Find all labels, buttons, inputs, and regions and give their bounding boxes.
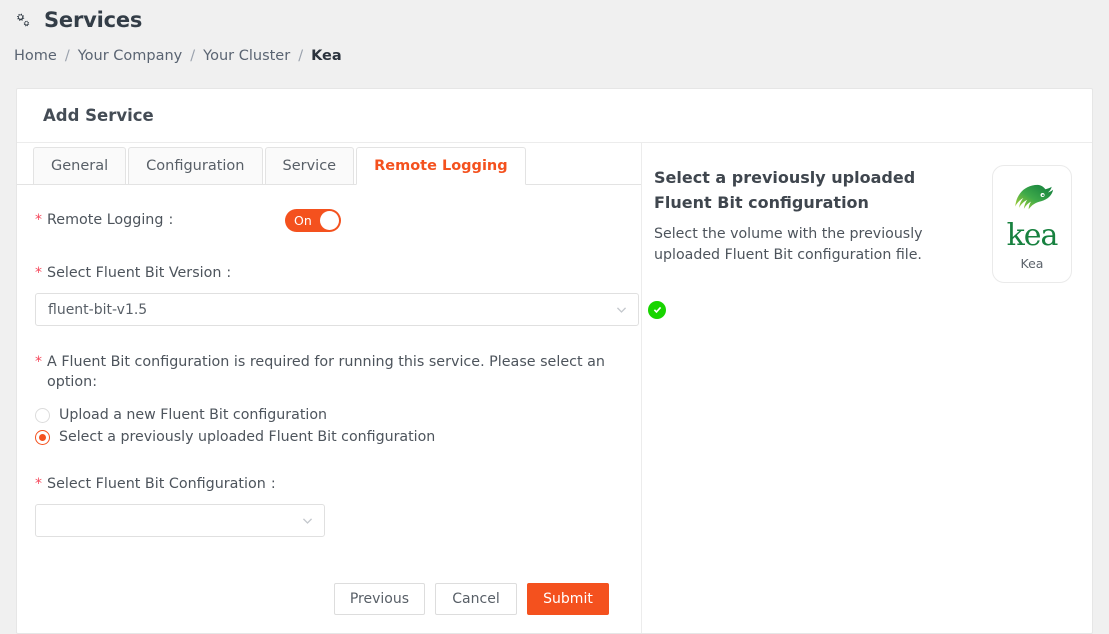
radio-icon [35,407,50,423]
service-logo-card: kea Kea [992,165,1072,283]
label-colon: : [168,212,174,228]
toggle-state-label: On [294,212,312,228]
card-title: Add Service [43,106,154,125]
breadcrumb-item-your-cluster[interactable]: Your Cluster [203,48,290,64]
breadcrumb-item-home[interactable]: Home [14,48,57,64]
fluent-bit-configuration-label: * Select Fluent Bit Configuration : [35,474,621,494]
card-header: Add Service [17,89,1092,143]
help-text: Select a previously uploaded Fluent Bit … [654,165,954,633]
help-column: Select a previously uploaded Fluent Bit … [642,143,1092,633]
remote-logging-label: * Remote Logging : [35,210,285,230]
required-asterisk: * [35,265,42,281]
field-label-text: Remote Logging [47,212,164,228]
fluent-bit-version-select[interactable]: fluent-bit-v1.5 [35,293,666,326]
fluent-bit-version-field: * Select Fluent Bit Version : fluent-bit… [35,263,666,326]
fluent-bit-configuration-select[interactable] [35,504,325,537]
card-body: General Configuration Service Remote Log… [17,143,1092,633]
radio-option-select-previous[interactable]: Select a previously uploaded Fluent Bit … [35,426,621,448]
required-asterisk: * [35,476,42,492]
breadcrumb-item-your-company[interactable]: Your Company [78,48,183,64]
radio-option-label: Upload a new Fluent Bit configuration [59,407,328,423]
help-title: Select a previously uploaded Fluent Bit … [654,168,916,212]
form-actions: Previous Cancel Submit [35,583,621,615]
add-service-card: Add Service General Configuration Servic… [16,88,1093,634]
config-option-field: * A Fluent Bit configuration is required… [35,352,621,448]
logo-caption: Kea [1020,255,1044,271]
cogs-icon [14,10,36,30]
breadcrumb-separator: / [64,48,70,64]
page-header: Services [0,0,1109,34]
breadcrumb-separator: / [298,48,304,64]
tab-remote-logging[interactable]: Remote Logging [356,147,526,185]
radio-option-upload-new[interactable]: Upload a new Fluent Bit configuration [35,404,621,426]
submit-button[interactable]: Submit [527,583,609,615]
remote-logging-row: * Remote Logging : On [35,203,621,237]
fluent-bit-configuration-field: * Select Fluent Bit Configuration : [35,474,621,537]
field-label-text: A Fluent Bit configuration is required f… [47,354,605,390]
field-label-text: Select Fluent Bit Version [47,265,222,281]
label-colon: : [270,476,276,492]
tab-label: Service [282,158,337,174]
breadcrumb: Home / Your Company / Your Cluster / Kea [0,34,1109,68]
tab-general[interactable]: General [33,147,127,185]
radio-icon-selected [35,429,50,445]
tab-service[interactable]: Service [264,147,355,185]
tab-label: General [51,158,109,174]
kea-wordmark: kea [1006,217,1059,253]
remote-logging-toggle[interactable]: On [285,208,341,232]
breadcrumb-item-kea: Kea [311,48,342,64]
remote-logging-form: * Remote Logging : On * Select Fluent Bi… [17,185,666,615]
tab-configuration[interactable]: Configuration [128,147,263,185]
form-column: General Configuration Service Remote Log… [17,143,666,633]
chevron-down-icon [301,514,314,527]
previous-button[interactable]: Previous [333,583,425,615]
tab-label: Configuration [146,158,245,174]
page-title: Services [44,8,143,32]
required-asterisk: * [35,354,42,370]
required-asterisk: * [35,212,42,228]
help-body: Select the volume with the previously up… [654,226,923,263]
tab-label: Remote Logging [374,158,508,174]
field-label-text: Select Fluent Bit Configuration [47,476,266,492]
toggle-knob [320,210,339,230]
chevron-down-icon [615,303,628,316]
valid-check-icon [648,300,666,319]
cancel-button[interactable]: Cancel [435,583,517,615]
config-option-label: * A Fluent Bit configuration is required… [35,352,621,392]
config-option-radio-group: Upload a new Fluent Bit configuration Se… [35,404,621,448]
breadcrumb-separator: / [190,48,196,64]
tab-bar: General Configuration Service Remote Log… [17,143,641,185]
radio-option-label: Select a previously uploaded Fluent Bit … [59,429,436,445]
fluent-bit-version-label: * Select Fluent Bit Version : [35,263,621,283]
label-colon: : [226,265,232,281]
select-value: fluent-bit-v1.5 [48,301,148,318]
